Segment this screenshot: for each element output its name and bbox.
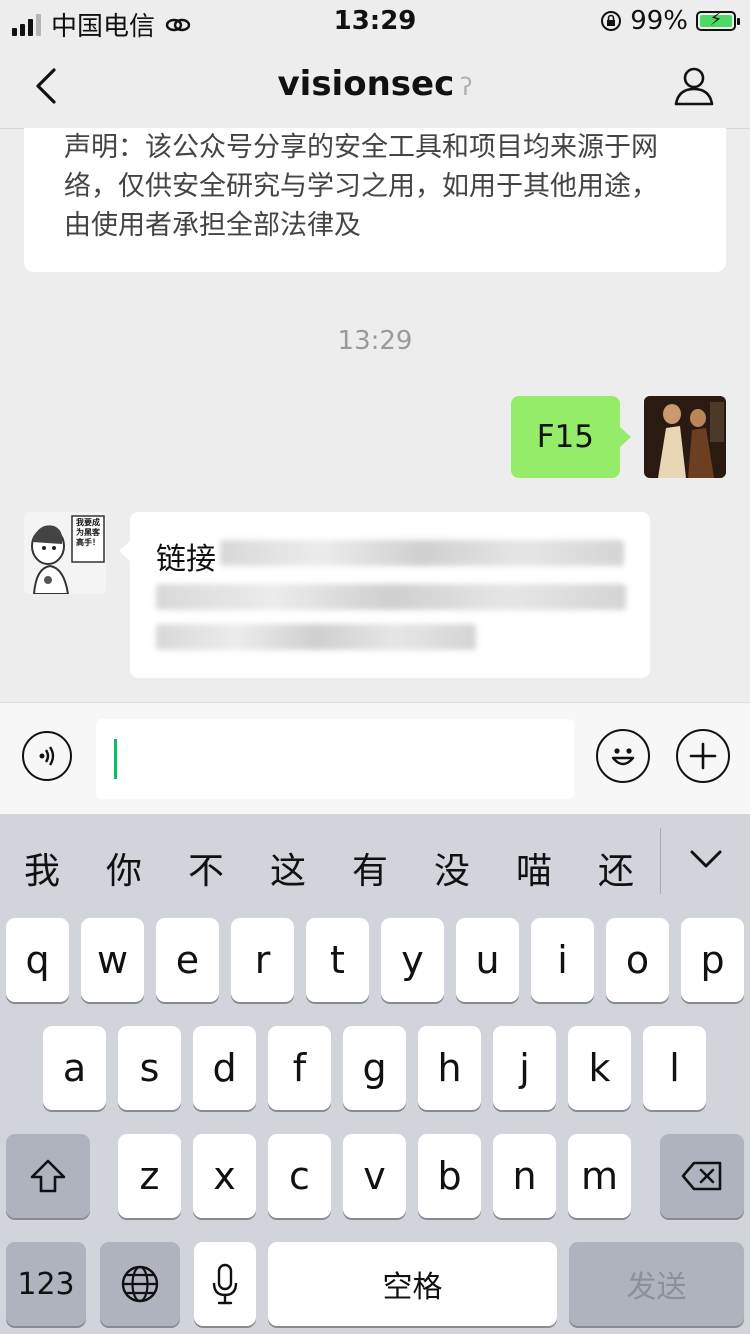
key-a[interactable]: a	[43, 1026, 106, 1110]
key-p[interactable]: p	[681, 918, 744, 1002]
key-g[interactable]: g	[343, 1026, 406, 1110]
voice-icon[interactable]	[22, 731, 72, 781]
key-h[interactable]: h	[418, 1026, 481, 1110]
person-icon[interactable]	[672, 64, 716, 108]
candidate-word[interactable]: 有	[352, 842, 388, 894]
message-input[interactable]	[96, 719, 574, 799]
blurred-link-line-1	[220, 540, 624, 566]
blurred-link-line-3	[156, 624, 476, 650]
key-j[interactable]: j	[493, 1026, 556, 1110]
chevron-down-icon[interactable]	[690, 848, 722, 870]
key-q[interactable]: q	[6, 918, 69, 1002]
message-timestamp: 13:29	[337, 326, 413, 356]
status-right: 99% ⚡	[600, 6, 740, 36]
key-u[interactable]: u	[456, 918, 519, 1002]
candidate-bar: 我 你 不 这 有 没 喵 还	[0, 814, 750, 914]
candidate-word[interactable]: 这	[270, 842, 306, 894]
key-n[interactable]: n	[493, 1134, 556, 1218]
received-link-label: 链接	[156, 542, 216, 577]
candidate-word[interactable]: 不	[188, 842, 224, 894]
microphone-icon	[212, 1263, 238, 1305]
candidate-divider	[660, 828, 661, 894]
key-e[interactable]: e	[156, 918, 219, 1002]
shift-icon	[30, 1159, 66, 1193]
candidate-word[interactable]: 还	[598, 842, 634, 894]
key-z[interactable]: z	[118, 1134, 181, 1218]
article-card[interactable]: 声明：该公众号分享的安全工具和项目均来源于网络，仅供安全研究与学习之用，如用于其…	[24, 128, 726, 272]
sent-message-bubble[interactable]: F15	[510, 396, 632, 478]
ear-icon: ʔ	[460, 73, 473, 101]
orientation-lock-icon	[601, 11, 622, 31]
keyboard: 我 你 不 这 有 没 喵 还 q w e r t y u i o p a s …	[0, 814, 750, 1334]
sent-message[interactable]: F15	[510, 396, 632, 478]
key-s[interactable]: s	[118, 1026, 181, 1110]
key-k[interactable]: k	[568, 1026, 631, 1110]
mic-key[interactable]	[194, 1242, 256, 1326]
candidate-word[interactable]: 我	[24, 842, 60, 894]
article-disclaimer-text: 声明：该公众号分享的安全工具和项目均来源于网络，仅供安全研究与学习之用，如用于其…	[64, 132, 658, 241]
key-x[interactable]: x	[193, 1134, 256, 1218]
backspace-icon	[681, 1161, 722, 1191]
blurred-link-line-2	[156, 584, 626, 610]
chat-title-text: visionsec	[277, 64, 455, 104]
delete-key[interactable]	[660, 1134, 744, 1218]
shift-key[interactable]	[6, 1134, 90, 1218]
key-o[interactable]: o	[606, 918, 669, 1002]
battery-icon: ⚡	[696, 9, 740, 31]
status-bar: 中国电信 13:29 99% ⚡	[0, 0, 750, 44]
key-f[interactable]: f	[268, 1026, 331, 1110]
avatar-painting-image	[644, 396, 726, 478]
candidate-word[interactable]: 没	[434, 842, 470, 894]
battery-percent: 99%	[630, 6, 688, 36]
key-y[interactable]: y	[381, 918, 444, 1002]
candidate-word[interactable]: 喵	[516, 842, 552, 894]
send-button[interactable]: 发送	[569, 1242, 744, 1326]
globe-icon	[121, 1265, 159, 1303]
space-key[interactable]: 空格	[268, 1242, 557, 1326]
text-cursor	[114, 739, 117, 779]
key-t[interactable]: t	[306, 918, 369, 1002]
key-d[interactable]: d	[193, 1026, 256, 1110]
key-l[interactable]: l	[643, 1026, 706, 1110]
input-bar	[0, 702, 750, 815]
chat-area[interactable]: 声明：该公众号分享的安全工具和项目均来源于网络，仅供安全研究与学习之用，如用于其…	[0, 128, 750, 700]
key-m[interactable]: m	[568, 1134, 631, 1218]
sender-avatar[interactable]: 我要成为黑客高手！	[24, 512, 106, 594]
plus-icon[interactable]	[676, 729, 730, 783]
key-r[interactable]: r	[231, 918, 294, 1002]
key-i[interactable]: i	[531, 918, 594, 1002]
key-c[interactable]: c	[268, 1134, 331, 1218]
candidate-word[interactable]: 你	[106, 842, 142, 894]
numbers-key[interactable]: 123	[6, 1242, 86, 1326]
key-b[interactable]: b	[418, 1134, 481, 1218]
key-w[interactable]: w	[81, 918, 144, 1002]
received-message[interactable]: 链接	[119, 512, 650, 678]
key-v[interactable]: v	[343, 1134, 406, 1218]
chat-title: visionsec ʔ	[0, 64, 750, 104]
emoji-icon[interactable]	[596, 729, 650, 783]
globe-key[interactable]	[100, 1242, 180, 1326]
self-avatar[interactable]	[644, 396, 726, 478]
nav-bar: visionsec ʔ	[0, 44, 750, 129]
avatar-caption: 我要成为黑客高手！	[76, 518, 100, 547]
